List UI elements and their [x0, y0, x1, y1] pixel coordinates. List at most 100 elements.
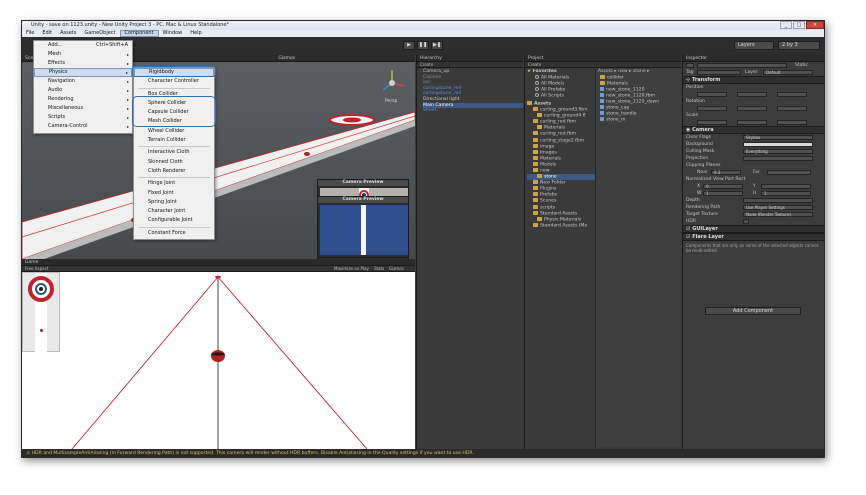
- menu-window[interactable]: Window: [159, 30, 187, 37]
- menu-item-rendering[interactable]: Rendering ▸: [34, 95, 132, 104]
- scale-z-field[interactable]: [777, 120, 807, 125]
- folder-icon: [533, 119, 538, 124]
- tree-item[interactable]: Standard Assets (Mo: [527, 222, 595, 229]
- menu-item-mesh[interactable]: Mesh ▸: [34, 50, 132, 59]
- maximize-button[interactable]: □: [793, 21, 805, 29]
- menu-component[interactable]: Component: [119, 30, 159, 37]
- multi-edit-notice: Components that are only on some of the …: [686, 243, 819, 253]
- layout-dropdown[interactable]: 2 by 3: [778, 41, 820, 50]
- menu-gameobject[interactable]: GameObject: [80, 30, 119, 37]
- scale-x-field[interactable]: [697, 120, 727, 125]
- viewport-w-label: W: [697, 191, 702, 196]
- minimize-button[interactable]: _: [780, 21, 792, 29]
- static-label[interactable]: Static: [795, 62, 808, 69]
- viewport-x-field[interactable]: 0: [703, 184, 743, 189]
- submenu-arrow-icon: ▸: [126, 97, 129, 102]
- pause-button[interactable]: ❚❚: [417, 41, 429, 50]
- viewport-w-field[interactable]: 1: [703, 191, 743, 196]
- menu-item-camera-control-label: Camera-Control: [48, 123, 88, 129]
- camera-header[interactable]: ◉ Camera: [683, 126, 824, 134]
- menu-assets[interactable]: Assets: [56, 30, 80, 37]
- game-minimap: [22, 272, 60, 353]
- active-checkbox[interactable]: [686, 63, 694, 68]
- submenu-terrain-collider[interactable]: Terrain Collider: [134, 136, 214, 145]
- viewport-y-field[interactable]: [761, 184, 811, 189]
- guilayer-header[interactable]: ☑ GUILayer: [683, 225, 824, 233]
- scene-gizmos-button[interactable]: Gizmos: [278, 55, 295, 62]
- menu-edit[interactable]: Edit: [38, 30, 56, 37]
- menu-help[interactable]: Help: [186, 30, 205, 37]
- checkbox-icon: ☑: [686, 226, 691, 232]
- menu-file[interactable]: File: [22, 30, 38, 37]
- project-create-button[interactable]: Create: [528, 62, 541, 67]
- projection-dropdown[interactable]: [743, 156, 813, 161]
- submenu-hinge-joint[interactable]: Hinge Joint: [134, 179, 214, 188]
- add-component-button[interactable]: Add Component: [705, 307, 801, 315]
- project-tab[interactable]: Project: [528, 56, 543, 61]
- menu-item-camera-control[interactable]: Camera-Control ▸: [34, 122, 132, 131]
- step-button[interactable]: ▶❚: [431, 41, 443, 50]
- target-texture-label: Target Texture: [686, 212, 718, 217]
- submenu-fixed-joint[interactable]: Fixed Joint: [134, 189, 214, 198]
- submenu-cloth-renderer[interactable]: Cloth Renderer: [134, 167, 214, 176]
- tag-dropdown[interactable]: [697, 70, 741, 75]
- object-name-field[interactable]: [697, 63, 787, 68]
- game-render: [22, 272, 415, 449]
- file-item[interactable]: stone_m: [596, 117, 681, 123]
- favorite-item[interactable]: All Scripts: [527, 92, 595, 99]
- hdr-checkbox[interactable]: [743, 219, 749, 224]
- play-button[interactable]: ▶: [403, 41, 415, 50]
- transform-header[interactable]: ⊹ Transform: [683, 76, 824, 84]
- far-field[interactable]: [767, 170, 811, 175]
- position-y-field[interactable]: [737, 92, 767, 97]
- submenu-constant-force[interactable]: Constant Force: [134, 229, 214, 238]
- inspector-tab[interactable]: Inspector: [686, 56, 707, 61]
- submenu-arrow-icon: ▸: [126, 79, 129, 84]
- game-view[interactable]: Game Free Aspect Maximize on Play Stats …: [22, 259, 415, 449]
- layer-dropdown[interactable]: Default: [763, 70, 813, 75]
- hierarchy-tab[interactable]: Hierarchy: [420, 56, 442, 61]
- close-button[interactable]: ✕: [806, 21, 824, 29]
- menu-item-miscellaneous[interactable]: Miscellaneous ▸: [34, 104, 132, 113]
- submenu-configurable-joint[interactable]: Configurable Joint: [134, 216, 214, 225]
- rotation-x-field[interactable]: [697, 106, 727, 111]
- submenu-spring-joint[interactable]: Spring Joint: [134, 198, 214, 207]
- submenu-skinned-cloth[interactable]: Skinned Cloth: [134, 158, 214, 167]
- scene-orientation-gizmo[interactable]: [377, 68, 407, 98]
- submenu-character-joint[interactable]: Character Joint: [134, 207, 214, 216]
- menu-item-add[interactable]: Add... Ctrl+Shift+A: [34, 41, 132, 50]
- clear-flags-dropdown[interactable]: Skybox: [743, 135, 813, 140]
- camera-field-row: Background: [683, 141, 824, 148]
- scale-y-field[interactable]: [737, 120, 767, 125]
- status-message[interactable]: HDR and MultisampleAntiAliasing (in Forw…: [32, 451, 474, 456]
- rendering-path-dropdown[interactable]: Use Player Settings: [743, 205, 813, 210]
- folder-icon: [533, 168, 538, 172]
- hierarchy-list: Camera_up Capsule ion curlingstone_red c…: [417, 68, 523, 114]
- submenu-wheel-collider[interactable]: Wheel Collider: [134, 127, 214, 136]
- rotation-z-field[interactable]: [777, 106, 807, 111]
- game-tab[interactable]: Game: [25, 260, 38, 265]
- camera-field-row: Clipping Planes: [683, 162, 824, 169]
- position-z-field[interactable]: [777, 92, 807, 97]
- background-color-swatch[interactable]: [743, 142, 813, 147]
- submenu-character-controller[interactable]: Character Controller: [134, 77, 214, 86]
- hierarchy-item[interactable]: Sheet: [423, 108, 523, 114]
- free-aspect-dropdown[interactable]: Free Aspect: [25, 266, 48, 271]
- flarelayer-header[interactable]: ☑ Flare Layer: [683, 233, 824, 241]
- unity-window: Unity - save on 1123.unity - New Unity P…: [21, 20, 825, 458]
- menu-item-physics[interactable]: Physics ▸: [34, 68, 132, 77]
- layers-dropdown[interactable]: Layers: [734, 41, 774, 50]
- menu-item-navigation[interactable]: Navigation ▸: [34, 77, 132, 86]
- menu-item-scripts[interactable]: Scripts ▸: [34, 113, 132, 122]
- rotation-y-field[interactable]: [737, 106, 767, 111]
- hierarchy-create-button[interactable]: Create: [420, 62, 433, 67]
- target-texture-field[interactable]: None (Render Texture): [743, 212, 813, 217]
- menu-item-effects[interactable]: Effects ▸: [34, 59, 132, 68]
- position-x-field[interactable]: [697, 92, 727, 97]
- submenu-interactive-cloth[interactable]: Interactive Cloth: [134, 148, 214, 157]
- near-field[interactable]: 0.3: [711, 170, 741, 175]
- culling-mask-dropdown[interactable]: Everything: [743, 149, 813, 154]
- depth-field[interactable]: [743, 198, 813, 203]
- menu-item-audio[interactable]: Audio ▸: [34, 86, 132, 95]
- viewport-h-field[interactable]: 1: [761, 191, 811, 196]
